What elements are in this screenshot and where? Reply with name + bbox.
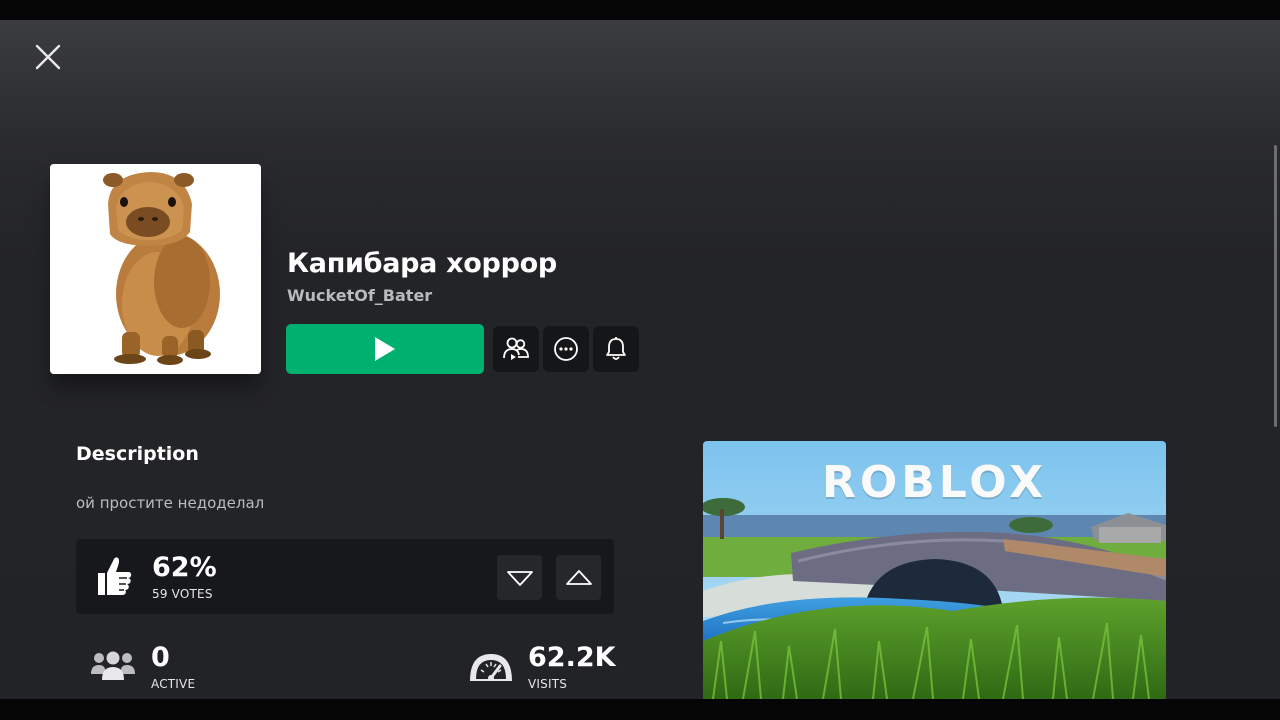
play-icon bbox=[375, 337, 395, 361]
downvote-button[interactable] bbox=[497, 555, 542, 600]
bottom-window-bar bbox=[0, 699, 1280, 720]
speedometer-icon bbox=[467, 648, 515, 688]
active-count: 0 bbox=[151, 642, 170, 673]
game-thumbnail bbox=[50, 164, 261, 374]
scrollbar[interactable] bbox=[1272, 20, 1280, 699]
upvote-button[interactable] bbox=[556, 555, 601, 600]
play-with-friends-button[interactable] bbox=[493, 326, 539, 372]
chevron-up-icon bbox=[565, 569, 592, 585]
roblox-logo: ROBLOX bbox=[821, 457, 1048, 508]
vote-count: 59 VOTES bbox=[152, 587, 213, 601]
chevron-down-icon bbox=[506, 570, 533, 586]
thumbs-up-icon bbox=[94, 555, 134, 601]
active-label: ACTIVE bbox=[151, 677, 196, 691]
scrollbar-thumb[interactable] bbox=[1274, 145, 1277, 427]
vote-panel: 62% 59 VOTES bbox=[76, 539, 614, 614]
game-title: Капибара хоррор bbox=[287, 248, 557, 279]
vote-percentage: 62% bbox=[152, 552, 217, 583]
description-text: ой простите недоделал bbox=[76, 494, 265, 512]
play-button[interactable] bbox=[286, 324, 484, 374]
capybara-image bbox=[50, 164, 261, 374]
close-icon bbox=[35, 44, 61, 70]
game-screenshot[interactable]: ROBLOX bbox=[703, 441, 1166, 699]
game-details-overlay: Капибара хоррор WucketOf_Bater Descripti… bbox=[0, 20, 1280, 699]
more-options-button[interactable] bbox=[543, 326, 589, 372]
top-window-bar bbox=[0, 0, 1280, 20]
visits-count: 62.2K bbox=[528, 642, 616, 673]
visits-label: VISITS bbox=[528, 677, 568, 691]
close-button[interactable] bbox=[30, 40, 66, 76]
users-icon bbox=[90, 648, 136, 688]
description-heading: Description bbox=[76, 443, 199, 465]
creator-name[interactable]: WucketOf_Bater bbox=[287, 286, 432, 305]
notify-button[interactable] bbox=[593, 326, 639, 372]
bell-icon bbox=[606, 337, 626, 360]
friends-icon bbox=[503, 337, 529, 360]
more-icon bbox=[554, 337, 578, 361]
